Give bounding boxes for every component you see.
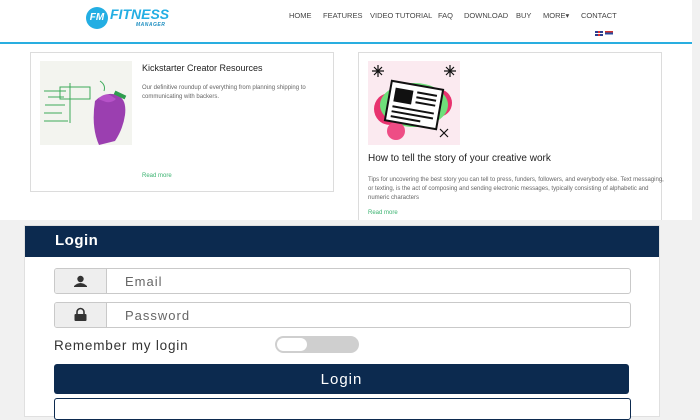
- page-margin: [692, 0, 700, 220]
- remember-label: Remember my login: [54, 338, 189, 353]
- email-addon: [55, 269, 107, 293]
- password-input-group: [54, 302, 631, 328]
- nav-features[interactable]: FEATURES: [323, 11, 362, 20]
- email-input[interactable]: [107, 269, 627, 293]
- email-input-group: [54, 268, 631, 294]
- password-input[interactable]: [107, 303, 627, 327]
- nav-buy[interactable]: BUY: [516, 11, 531, 20]
- nav-more[interactable]: MORE▾: [543, 11, 569, 20]
- lock-icon: [74, 307, 87, 321]
- serbia-flag-icon[interactable]: [605, 31, 613, 36]
- nav-video-tutorial[interactable]: VIDEO TUTORIAL: [370, 11, 432, 20]
- article-card: How to tell the story of your creative w…: [358, 52, 664, 220]
- article-card: Kickstarter Creator Resources Our defini…: [30, 52, 334, 192]
- read-more-link[interactable]: Read more: [142, 173, 172, 179]
- password-addon: [55, 303, 107, 327]
- user-icon: [74, 275, 87, 287]
- article-title[interactable]: Kickstarter Creator Resources: [142, 63, 263, 73]
- language-selector: [595, 31, 613, 37]
- whiteboard-photo: [40, 61, 132, 145]
- remember-toggle[interactable]: [275, 336, 359, 353]
- read-more-link[interactable]: Read more: [368, 210, 398, 216]
- toggle-knob: [277, 338, 307, 351]
- secondary-button[interactable]: [54, 398, 631, 420]
- nav-home[interactable]: HOME: [289, 11, 312, 20]
- nav-contact[interactable]: CONTACT: [581, 11, 617, 20]
- login-button[interactable]: Login: [54, 364, 629, 394]
- newspaper-illustration: [368, 61, 460, 145]
- article-title[interactable]: How to tell the story of your creative w…: [368, 153, 551, 164]
- logo-name: FITNESS: [110, 6, 170, 22]
- site-header: FM FITNESS MANAGER HOME FEATURES VIDEO T…: [0, 0, 692, 44]
- login-panel: Login Remember my login Login: [24, 225, 660, 420]
- website-preview: FM FITNESS MANAGER HOME FEATURES VIDEO T…: [0, 0, 692, 220]
- login-header: Login: [25, 226, 659, 257]
- nav-faq[interactable]: FAQ: [438, 11, 453, 20]
- logo[interactable]: FM FITNESS MANAGER: [86, 6, 170, 32]
- logo-badge: FM: [86, 7, 108, 29]
- nav-download[interactable]: DOWNLOAD: [464, 11, 508, 20]
- article-text: Tips for uncovering the best story you c…: [368, 177, 664, 201]
- login-title: Login: [55, 232, 99, 249]
- logo-subtitle: MANAGER: [136, 22, 166, 28]
- uk-flag-icon[interactable]: [595, 31, 603, 36]
- article-text: Our definitive roundup of everything fro…: [142, 85, 306, 100]
